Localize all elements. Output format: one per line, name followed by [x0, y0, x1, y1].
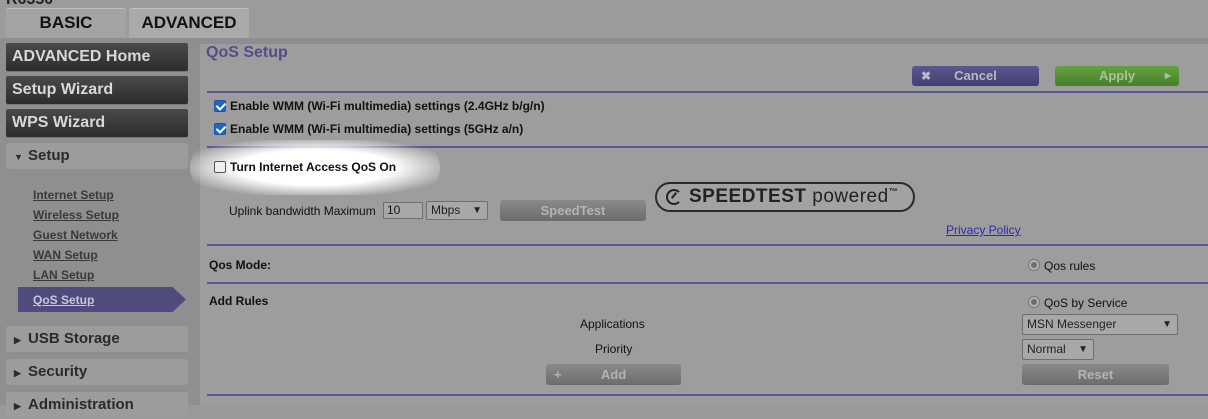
- speedtest-logo-tm: ™: [888, 186, 899, 197]
- apply-button[interactable]: Apply ▶: [1055, 66, 1179, 86]
- wmm-24ghz-checkbox[interactable]: [214, 100, 226, 112]
- sidebar-item-qos-setup[interactable]: QoS Setup: [18, 287, 186, 312]
- speedtest-logo: SPEEDTEST powered™: [655, 182, 915, 212]
- priority-label: Priority: [595, 342, 633, 356]
- sidebar-section-usb-storage[interactable]: ▶ USB Storage: [6, 326, 188, 352]
- chevron-down-icon: ▼: [1078, 344, 1088, 355]
- uplink-unit-select[interactable]: Mbps ▼: [426, 201, 488, 220]
- sidebar-item-lan-setup[interactable]: LAN Setup: [33, 268, 94, 282]
- speedtest-logo-main: SPEEDTEST: [689, 186, 807, 207]
- privacy-policy-link[interactable]: Privacy Policy: [946, 223, 1021, 237]
- qos-rules-label: Qos rules: [1044, 259, 1096, 273]
- close-icon: ✖: [921, 69, 932, 83]
- sidebar-wps-wizard-button[interactable]: WPS Wizard: [6, 109, 188, 137]
- chevron-right-icon: ▶: [14, 368, 21, 378]
- wmm-5ghz-checkbox[interactable]: [214, 123, 226, 135]
- divider: [207, 91, 1208, 93]
- sidebar-section-label: Setup: [28, 147, 70, 164]
- tab-basic[interactable]: BASIC: [6, 8, 126, 40]
- sidebar-section-administration[interactable]: ▶ Administration: [6, 392, 188, 418]
- add-rules-label: Add Rules: [209, 294, 269, 308]
- cancel-button[interactable]: ✖ Cancel: [912, 66, 1039, 86]
- uplink-unit-value: Mbps: [431, 203, 461, 217]
- priority-select[interactable]: Normal ▼: [1022, 339, 1094, 360]
- wmm-24ghz-label: Enable WMM (Wi-Fi multimedia) settings (…: [230, 99, 545, 113]
- internet-qos-label: Turn Internet Access QoS On: [230, 160, 397, 174]
- chevron-down-icon: ▼: [1162, 319, 1172, 330]
- sidebar-item-wireless-setup[interactable]: Wireless Setup: [33, 208, 119, 222]
- sidebar-setup-wizard-button[interactable]: Setup Wizard: [6, 76, 188, 104]
- sidebar-section-setup[interactable]: ▼ Setup: [6, 143, 188, 169]
- divider: [207, 244, 1208, 246]
- speedtest-logo-sub: powered: [812, 186, 889, 207]
- internet-qos-checkbox[interactable]: [214, 161, 226, 173]
- chevron-right-icon: ▶: [14, 401, 21, 411]
- plus-icon: +: [554, 367, 562, 382]
- applications-select[interactable]: MSN Messenger ▼: [1022, 314, 1178, 335]
- add-button[interactable]: + Add: [546, 364, 681, 385]
- chevron-right-icon: ▶: [14, 335, 21, 345]
- qos-by-service-radio[interactable]: [1028, 296, 1040, 308]
- applications-label: Applications: [580, 317, 645, 331]
- sidebar-section-label: Security: [28, 363, 88, 380]
- apply-label: Apply: [1098, 68, 1136, 83]
- priority-value: Normal: [1027, 342, 1066, 356]
- sidebar-item-label: QoS Setup: [33, 293, 95, 307]
- wmm-5ghz-label: Enable WMM (Wi-Fi multimedia) settings (…: [230, 122, 524, 136]
- page-title: QoS Setup: [206, 44, 288, 61]
- sidebar-item-internet-setup[interactable]: Internet Setup: [33, 188, 114, 202]
- applications-value: MSN Messenger: [1027, 317, 1117, 331]
- sidebar-item-guest-network[interactable]: Guest Network: [33, 228, 118, 242]
- qos-mode-label: Qos Mode:: [209, 258, 271, 272]
- chevron-down-icon: ▼: [14, 152, 23, 162]
- chevron-down-icon: ▼: [472, 205, 482, 216]
- reset-button[interactable]: Reset: [1022, 364, 1169, 385]
- qos-by-service-label: QoS by Service: [1044, 296, 1128, 310]
- divider: [207, 394, 1208, 396]
- sidebar-item-wan-setup[interactable]: WAN Setup: [33, 248, 98, 262]
- uplink-bandwidth-label: Uplink bandwidth Maximum: [229, 204, 376, 218]
- sidebar-section-security[interactable]: ▶ Security: [6, 359, 188, 385]
- divider: [207, 282, 1208, 284]
- cancel-label: Cancel: [954, 68, 997, 83]
- tab-advanced[interactable]: ADVANCED: [129, 8, 249, 40]
- qos-rules-radio[interactable]: [1028, 259, 1040, 271]
- add-label: Add: [600, 367, 627, 382]
- play-arrow-icon: ▶: [1164, 71, 1171, 80]
- sidebar-advanced-home-button[interactable]: ADVANCED Home: [6, 43, 188, 71]
- sidebar-section-label: USB Storage: [28, 330, 120, 347]
- speedtest-button[interactable]: SpeedTest: [500, 200, 646, 221]
- uplink-bandwidth-input[interactable]: 10: [383, 202, 423, 219]
